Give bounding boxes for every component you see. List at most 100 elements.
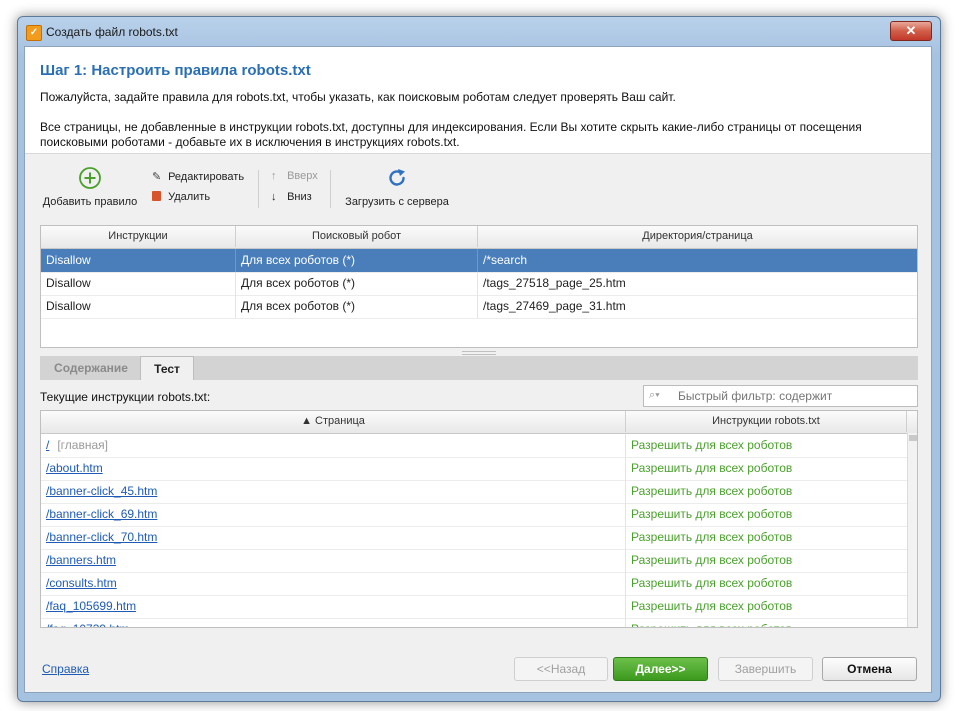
page-link[interactable]: /consults.htm	[46, 576, 117, 590]
step-title: Шаг 1: Настроить правила robots.txt	[40, 62, 311, 79]
title-bar[interactable]: ✓ Создать файл robots.txt ✕	[18, 17, 940, 47]
page-link[interactable]: /faq_105699.htm	[46, 599, 136, 613]
instruction-status: Разрешить для всех роботов	[631, 461, 793, 475]
rule-robot: Для всех роботов (*)	[236, 272, 478, 295]
test-table-row[interactable]: /banner-click_70.htm Разрешить для всех р…	[41, 526, 907, 550]
arrow-down-icon: ↓	[271, 191, 277, 203]
trash-icon	[152, 191, 161, 201]
rules-table-header: Инструкции Поисковый робот Директория/ст…	[41, 226, 917, 249]
back-button[interactable]: <<Назад	[514, 657, 608, 681]
rule-row[interactable]: Disallow Для всех роботов (*) /tags_2746…	[41, 295, 917, 319]
page-cell: /banner-click_45.htm	[41, 480, 626, 503]
column-header-page[interactable]: ▲ Страница	[41, 411, 626, 432]
move-down-label: Вниз	[287, 191, 312, 203]
add-rule-button[interactable]: Добавить правило	[40, 163, 140, 211]
rule-path: /tags_27518_page_25.htm	[483, 276, 626, 290]
instruction-status: Разрешить для всех роботов	[626, 618, 907, 627]
instruction-status: Разрешить для всех роботов	[631, 553, 793, 567]
test-table-row[interactable]: /faq_10739.htm Разрешить для всех роботов	[41, 618, 907, 627]
page-cell: /about.htm	[41, 457, 626, 480]
column-header-robots-instructions[interactable]: Инструкции robots.txt	[626, 411, 907, 432]
arrow-up-icon: ↑	[271, 170, 277, 182]
rule-path: /*search	[483, 253, 528, 267]
close-button[interactable]: ✕	[890, 21, 932, 41]
quick-filter-input[interactable]	[678, 388, 910, 404]
column-header-path[interactable]: Директория/страница	[478, 226, 917, 247]
search-dropdown-icon[interactable]: ⌕▾	[649, 389, 660, 402]
panel-splitter[interactable]	[462, 351, 496, 355]
finish-button[interactable]: Завершить	[718, 657, 813, 681]
next-button[interactable]: Далее>>	[613, 657, 708, 681]
window-title: Создать файл robots.txt	[46, 25, 178, 39]
test-table-row[interactable]: /consults.htm Разрешить для всех роботов	[41, 572, 907, 596]
move-down-button[interactable]: ↓ Вниз	[271, 191, 312, 205]
tab-test[interactable]: Тест	[140, 356, 194, 380]
page-link[interactable]: /banners.htm	[46, 553, 116, 567]
page-link[interactable]: /banner-click_70.htm	[46, 530, 157, 544]
tab-bar: Содержание Тест	[40, 356, 918, 380]
delete-button[interactable]: Удалить	[152, 191, 210, 205]
checkbox-app-icon: ✓	[26, 25, 42, 41]
add-rule-label: Добавить правило	[42, 196, 138, 208]
instruction-status: Разрешить для всех роботов	[631, 484, 793, 498]
pencil-icon: ✎	[152, 171, 162, 183]
test-table-row[interactable]: /banners.htm Разрешить для всех роботов	[41, 549, 907, 573]
test-results-table: ▲ Страница Инструкции robots.txt / [главн…	[40, 410, 918, 628]
toolbar-separator	[330, 170, 331, 208]
page-link[interactable]: /about.htm	[46, 461, 103, 475]
rule-robot: Для всех роботов (*)	[236, 295, 478, 318]
page-cell: /faq_105699.htm	[41, 595, 626, 618]
delete-label: Удалить	[168, 191, 211, 203]
page-cell: /banner-click_69.htm	[41, 503, 626, 526]
current-instructions-label: Текущие инструкции robots.txt:	[40, 390, 211, 404]
rule-row[interactable]: Disallow Для всех роботов (*) /*search	[41, 249, 917, 273]
rule-row[interactable]: Disallow Для всех роботов (*) /tags_2751…	[41, 272, 917, 296]
instruction-status: Разрешить для всех роботов	[631, 530, 793, 544]
page-note: [главная]	[57, 438, 108, 452]
page-link[interactable]: /banner-click_45.htm	[46, 484, 157, 498]
description-line-1: Пожалуйста, задайте правила для robots.t…	[40, 90, 676, 104]
edit-label: Редактировать	[168, 171, 245, 183]
move-up-button[interactable]: ↑ Вверх	[271, 170, 318, 184]
page-cell: /banners.htm	[41, 549, 626, 572]
move-up-label: Вверх	[287, 170, 318, 182]
quick-filter[interactable]: ⌕▾	[643, 385, 918, 407]
column-header-robot[interactable]: Поисковый робот	[236, 226, 478, 247]
page-cell: /consults.htm	[41, 572, 626, 595]
test-table-row[interactable]: /banner-click_45.htm Разрешить для всех р…	[41, 480, 907, 504]
instruction-status: Разрешить для всех роботов	[631, 599, 793, 613]
test-table-header: ▲ Страница Инструкции robots.txt	[41, 411, 917, 434]
page-link[interactable]: /banner-click_69.htm	[46, 507, 157, 521]
instruction-status: Разрешить для всех роботов	[631, 507, 793, 521]
rule-path: /tags_27469_page_31.htm	[483, 299, 626, 313]
page-link[interactable]: /	[46, 438, 49, 452]
instruction-status: Разрешить для всех роботов	[631, 438, 793, 452]
load-from-server-label: Загрузить с сервера	[345, 196, 449, 208]
test-table-row[interactable]: / [главная] Разрешить для всех роботов	[41, 434, 907, 458]
refresh-icon	[389, 169, 405, 186]
edit-button[interactable]: ✎ Редактировать	[152, 170, 244, 184]
plus-circle-icon	[79, 167, 101, 189]
rule-instruction: Disallow	[41, 272, 236, 295]
rules-table: Инструкции Поисковый робот Директория/ст…	[40, 225, 918, 348]
rule-robot: Для всех роботов (*)	[236, 249, 478, 272]
toolbar-separator	[258, 170, 259, 208]
rule-instruction: Disallow	[41, 249, 236, 272]
description-line-2: Все страницы, не добавленные в инструкци…	[40, 120, 862, 149]
test-table-row[interactable]: /faq_105699.htm Разрешить для всех робото…	[41, 595, 907, 619]
vertical-scrollbar[interactable]	[907, 433, 917, 627]
rule-instruction: Disallow	[41, 295, 236, 318]
column-header-instructions[interactable]: Инструкции	[41, 226, 236, 247]
help-link[interactable]: Справка	[42, 662, 89, 676]
page-cell: / [главная]	[41, 434, 626, 457]
load-from-server-button[interactable]: Загрузить с сервера	[343, 163, 451, 211]
page-cell: /banner-click_70.htm	[41, 526, 626, 549]
page-cell: /faq_10739.htm	[41, 618, 626, 627]
instruction-status: Разрешить для всех роботов	[631, 576, 793, 590]
page-link[interactable]: /faq_10739.htm	[46, 622, 129, 627]
cancel-button[interactable]: Отмена	[822, 657, 917, 681]
test-table-row[interactable]: /about.htm Разрешить для всех роботов	[41, 457, 907, 481]
test-table-row[interactable]: /banner-click_69.htm Разрешить для всех р…	[41, 503, 907, 527]
tab-content[interactable]: Содержание	[46, 356, 136, 380]
scrollbar-thumb[interactable]	[909, 435, 917, 441]
